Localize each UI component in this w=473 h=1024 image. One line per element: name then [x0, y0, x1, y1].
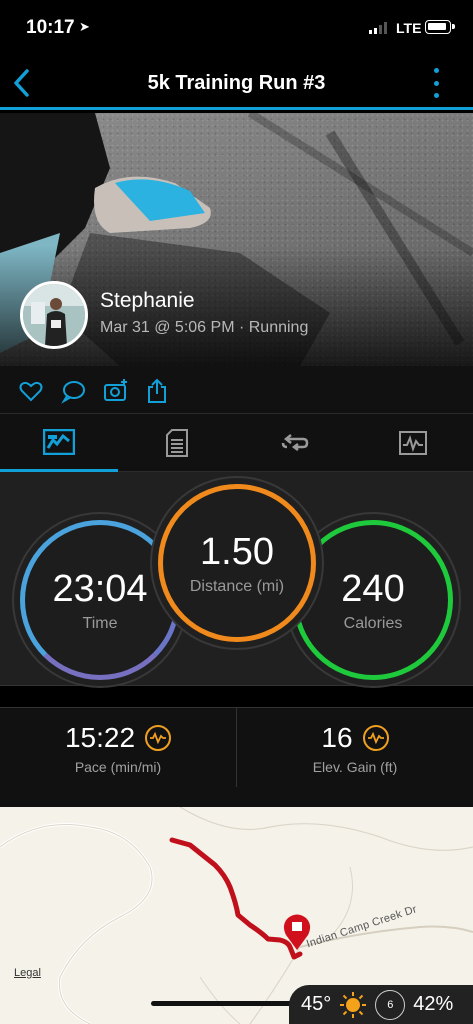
distance-value: 1.50: [200, 530, 274, 573]
activity-photo[interactable]: Stephanie Mar 31 @ 5:06 PM · Running: [0, 113, 473, 366]
distance-label: Distance (mi): [189, 577, 285, 595]
calories-value: 240: [341, 567, 405, 610]
calories-ring: 240 Calories: [293, 520, 453, 680]
laps-loop-icon: [281, 434, 309, 451]
page-title: 5k Training Run #3: [147, 72, 326, 94]
wind-speed: 6: [375, 989, 406, 1020]
pace-label: Pace (min/mi): [74, 759, 162, 775]
avatar[interactable]: [20, 281, 88, 349]
actions-row: [0, 366, 473, 414]
stats-panel: 23:04 Time 240 Calories 1.50 Distance (m…: [0, 472, 473, 686]
weather-badge: 45° 6 42%: [289, 985, 473, 1024]
elev-metric[interactable]: 16 Elev. Gain (ft): [236, 708, 473, 788]
weather-humidity: 42%: [413, 993, 454, 1015]
pace-pulse-icon[interactable]: [145, 725, 172, 751]
details-document-icon: [166, 429, 188, 457]
network-label: LTE: [396, 20, 422, 36]
user-name[interactable]: Stephanie: [100, 289, 195, 313]
legal-link[interactable]: Legal: [14, 967, 41, 979]
like-heart-icon[interactable]: [18, 378, 44, 404]
comment-icon[interactable]: [60, 378, 86, 404]
time-ring: 23:04 Time: [20, 520, 180, 680]
metrics-row: 15:22 Pace (min/mi) 16 Elev. Gain (ft): [0, 707, 473, 788]
more-options-icon[interactable]: [428, 68, 444, 98]
time-value: 23:04: [52, 567, 148, 610]
activity-meta: Mar 31 @ 5:06 PM · Running: [100, 319, 309, 336]
route-line: [169, 837, 303, 960]
elev-pulse-icon[interactable]: [362, 725, 389, 751]
elev-value: 16: [321, 722, 353, 753]
distance-ring: 1.50 Distance (mi): [158, 484, 316, 642]
add-photo-icon[interactable]: [103, 378, 129, 404]
time-label: Time: [82, 614, 118, 632]
stats-chart-icon: [43, 428, 75, 455]
nav-bar: 5k Training Run #3: [0, 58, 473, 110]
signal-strength-icon: [369, 22, 387, 34]
battery-icon: [425, 20, 455, 34]
sun-icon: [339, 991, 367, 1019]
pace-metric[interactable]: 15:22 Pace (min/mi): [0, 708, 236, 788]
tab-bar: [0, 414, 473, 472]
calories-label: Calories: [343, 614, 403, 632]
graph-icon: [399, 431, 427, 455]
pace-value: 15:22: [64, 722, 136, 753]
status-bar: 10:17 ➤ LTE: [0, 0, 473, 58]
tab-details[interactable]: [118, 414, 236, 472]
elev-label: Elev. Gain (ft): [312, 759, 398, 775]
status-time: 10:17: [26, 17, 75, 38]
tab-laps[interactable]: [236, 414, 354, 472]
weather-temp: 45°: [301, 993, 332, 1015]
tab-stats[interactable]: [0, 414, 118, 472]
location-arrow-icon: ➤: [79, 19, 90, 34]
tab-graphs[interactable]: [354, 414, 472, 472]
share-icon[interactable]: [145, 378, 171, 404]
